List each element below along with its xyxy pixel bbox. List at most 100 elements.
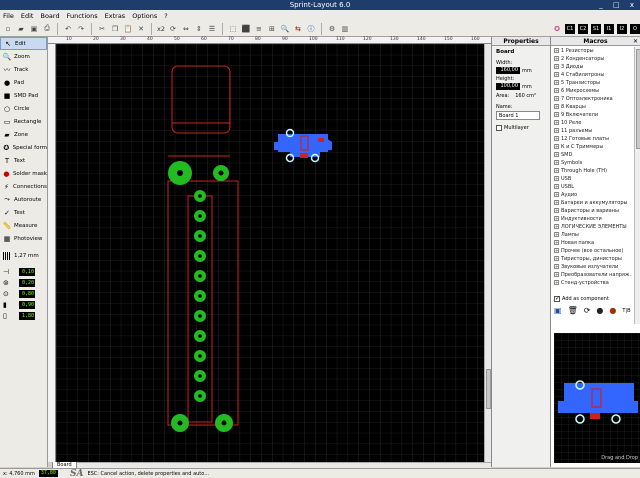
expand-icon[interactable]: + xyxy=(554,104,559,109)
layer-s1-icon[interactable]: S1 xyxy=(591,23,601,34)
expand-icon[interactable]: + xyxy=(554,224,559,229)
refresh-icon[interactable]: ⟳ xyxy=(584,306,591,315)
param-track-width[interactable]: ⊣ 0,10 xyxy=(0,266,47,277)
macro-folder-item[interactable]: + USB xyxy=(551,175,634,183)
grid-setting[interactable]: 1,27 mm xyxy=(0,249,47,262)
board-icon[interactable]: ▥ xyxy=(340,24,350,34)
menu-help[interactable]: ? xyxy=(164,12,167,20)
tool-circle[interactable]: ○ Circle xyxy=(0,102,47,115)
macro-folder-item[interactable]: +2 Конденсаторы xyxy=(551,55,634,63)
layer-i2-icon[interactable]: I2 xyxy=(617,23,627,34)
menu-edit[interactable]: Edit xyxy=(21,12,34,20)
macro-folder-item[interactable]: +10 Реле xyxy=(551,119,634,127)
layers-icon[interactable]: ≡ xyxy=(254,24,264,34)
param-pad-inner[interactable]: ⊙ 0,80 xyxy=(0,288,47,299)
expand-icon[interactable]: + xyxy=(554,184,559,189)
param-pad-outer[interactable]: ⊚ 0,20 xyxy=(0,277,47,288)
close-icon[interactable]: ✕ xyxy=(633,37,638,46)
expand-icon[interactable]: + xyxy=(554,200,559,205)
magnifier-icon[interactable]: 🔍 xyxy=(280,24,290,34)
param-value[interactable]: 0,90 xyxy=(19,300,35,309)
expand-icon[interactable]: + xyxy=(554,176,559,181)
zoom-factor[interactable]: x2 xyxy=(157,25,165,33)
menu-options[interactable]: Options xyxy=(132,12,157,20)
delete-icon[interactable]: ✕ xyxy=(136,24,146,34)
param-value[interactable]: 0,80 xyxy=(19,289,35,298)
expand-icon[interactable]: + xyxy=(554,272,559,277)
expand-icon[interactable]: + xyxy=(554,152,559,157)
width-input[interactable]: 160,00 xyxy=(496,67,520,74)
cut-icon[interactable]: ✂ xyxy=(97,24,107,34)
grid-toggle-icon[interactable]: ⊞ xyxy=(267,24,277,34)
board-name-input[interactable]: Board 1 xyxy=(496,111,540,120)
macro-folder-item[interactable]: +6 Микросхемы xyxy=(551,87,634,95)
expand-icon[interactable]: + xyxy=(554,208,559,213)
expand-icon[interactable]: + xyxy=(554,96,559,101)
scroll-thumb[interactable] xyxy=(636,49,640,149)
vertical-scrollbar[interactable] xyxy=(484,44,491,462)
macro-preview[interactable]: Drag and Drop xyxy=(554,333,640,463)
macro-folder-item[interactable]: + Преобразователи напряж. xyxy=(551,271,634,279)
expand-icon[interactable]: + xyxy=(554,64,559,69)
menu-file[interactable]: File xyxy=(3,12,14,20)
rotate-icon[interactable]: ⟳ xyxy=(168,24,178,34)
tool-smd-pad[interactable]: ■ SMD Pad xyxy=(0,89,47,102)
param-smd-size2[interactable]: ▯ 1,80 xyxy=(0,310,47,321)
open-folder-icon[interactable]: ▰ xyxy=(16,24,26,34)
layer-i1-icon[interactable]: I1 xyxy=(604,23,614,34)
group-icon[interactable]: ⬚ xyxy=(228,24,238,34)
macro-folder-item[interactable]: +5 Транзисторы xyxy=(551,79,634,87)
expand-icon[interactable]: + xyxy=(554,80,559,85)
tool-text[interactable]: T Text xyxy=(0,154,47,167)
new-file-icon[interactable]: ▫ xyxy=(3,24,13,34)
add-as-component-checkbox[interactable]: ✓ Add as component xyxy=(554,295,609,302)
expand-icon[interactable]: + xyxy=(554,128,559,133)
expand-icon[interactable]: + xyxy=(554,192,559,197)
print-icon[interactable]: ⎙ xyxy=(42,24,52,34)
color-icon[interactable]: ● xyxy=(596,306,603,315)
tool-test[interactable]: ✓ Test xyxy=(0,206,47,219)
macro-folder-item[interactable]: +11 разъемы xyxy=(551,127,634,135)
expand-icon[interactable]: + xyxy=(554,56,559,61)
macro-folder-item[interactable]: +8 Кварцы xyxy=(551,103,634,111)
macro-folder-item[interactable]: +4 Стабилитроны xyxy=(551,71,634,79)
info-icon[interactable]: ⓘ xyxy=(306,24,316,34)
macro-folder-item[interactable]: + ЛОГИЧЕСКИЕ ЭЛЕМЕНТЫ xyxy=(551,223,634,231)
macro-folder-item[interactable]: +9 Включатели xyxy=(551,111,634,119)
tool-rectangle[interactable]: ▭ Rectangle xyxy=(0,115,47,128)
macro-folder-item[interactable]: +3 Диоды xyxy=(551,63,634,71)
expand-icon[interactable]: + xyxy=(554,88,559,93)
expand-icon[interactable]: + xyxy=(554,264,559,269)
tool-solder-mask[interactable]: ● Solder mask xyxy=(0,167,47,180)
expand-icon[interactable]: + xyxy=(554,232,559,237)
expand-icon[interactable]: + xyxy=(554,168,559,173)
macro-folder-item[interactable]: + Батареи и аккумуляторы xyxy=(551,199,634,207)
top-bottom-icon[interactable]: T|B xyxy=(622,308,630,314)
macro-folder-item[interactable]: +1 Резисторы xyxy=(551,47,634,55)
param-smd-size[interactable]: ▮ 0,90 xyxy=(0,299,47,310)
drc-icon[interactable]: ⇆ xyxy=(293,24,303,34)
expand-icon[interactable]: + xyxy=(554,256,559,261)
macro-folder-item[interactable]: + Индуктивности xyxy=(551,215,634,223)
expand-icon[interactable]: + xyxy=(554,160,559,165)
tool-edit[interactable]: ↖ Edit xyxy=(0,37,47,50)
macro-list-scrollbar[interactable] xyxy=(634,47,640,324)
macro-folder-item[interactable]: +7 Оптоэлектроника xyxy=(551,95,634,103)
macro-folder-item[interactable]: + USBL xyxy=(551,183,634,191)
expand-icon[interactable]: + xyxy=(554,120,559,125)
macro-folder-item[interactable]: + Прочее (все остальное) xyxy=(551,247,634,255)
ungroup-icon[interactable]: ⬛ xyxy=(241,24,251,34)
expand-icon[interactable]: + xyxy=(554,240,559,245)
tool-autoroute[interactable]: ⤳ Autoroute xyxy=(0,193,47,206)
macro-folder-item[interactable]: + SMD xyxy=(551,151,634,159)
macro-folder-item[interactable]: + Лампы xyxy=(551,231,634,239)
macro-folder-item[interactable]: + Варисторы и варианы xyxy=(551,207,634,215)
tool-special-form[interactable]: ✪ Special form xyxy=(0,141,47,154)
tool-connections[interactable]: ⚡ Connections xyxy=(0,180,47,193)
menu-board[interactable]: Board xyxy=(40,12,59,20)
menu-extras[interactable]: Extras xyxy=(105,12,126,20)
expand-icon[interactable]: + xyxy=(554,144,559,149)
multilayer-checkbox[interactable]: Multilayer xyxy=(492,120,550,136)
tool-pad[interactable]: ● Pad xyxy=(0,76,47,89)
copy-icon[interactable]: ❐ xyxy=(110,24,120,34)
